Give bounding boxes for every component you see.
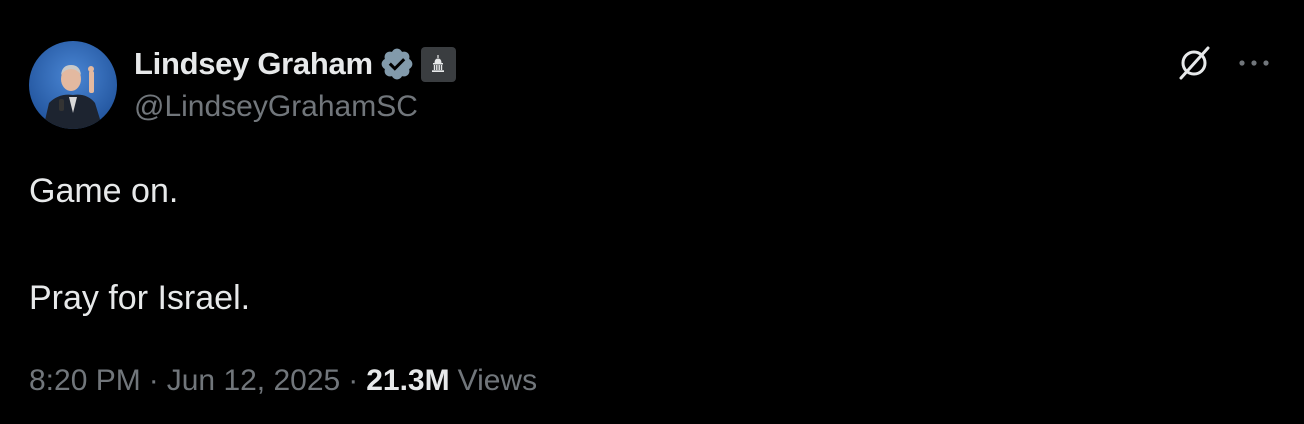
views-count: 21.3M: [366, 364, 450, 397]
avatar-image: [29, 41, 117, 129]
author-display-name[interactable]: Lindsey Graham: [134, 46, 373, 82]
tweet-date[interactable]: Jun 12, 2025: [167, 364, 340, 398]
author-handle[interactable]: @LindseyGrahamSC: [134, 90, 418, 124]
tweet-text-line: Game on.: [29, 172, 179, 210]
meta-separator: ·: [348, 364, 359, 397]
government-building-icon[interactable]: [420, 46, 456, 82]
tweet-time[interactable]: 8:20 PM: [29, 364, 141, 398]
views-label: Views: [457, 364, 538, 397]
more-options-icon[interactable]: [1234, 48, 1274, 78]
tweet-meta: 8:20 PM · Jun 12, 2025 · 21.3M Views: [29, 364, 537, 398]
meta-separator: ·: [148, 364, 159, 397]
verified-badge-icon[interactable]: [379, 46, 415, 82]
avatar[interactable]: [29, 41, 117, 129]
tweet: Lindsey Graham @LindseyGrahamSC Game on.…: [0, 0, 1304, 424]
grok-icon[interactable]: [1174, 43, 1214, 83]
tweet-text-line: Pray for Israel.: [29, 279, 251, 317]
author-name-row: Lindsey Graham: [134, 44, 456, 84]
